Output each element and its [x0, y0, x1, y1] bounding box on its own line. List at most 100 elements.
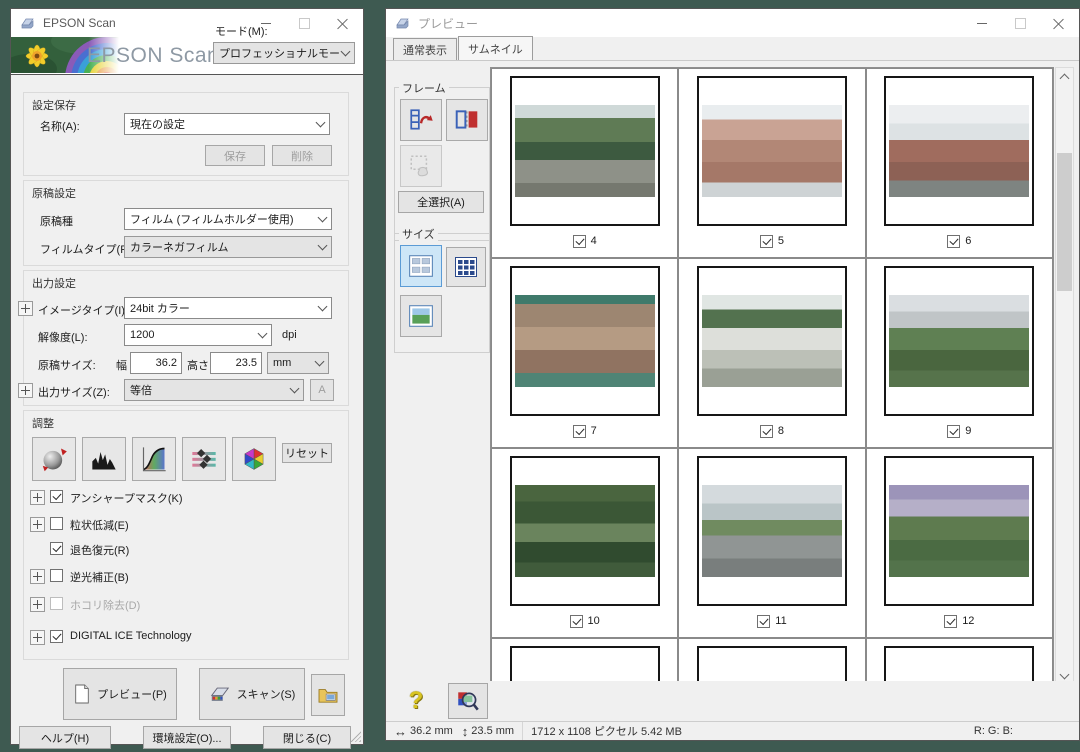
adjust-checkbox[interactable] — [50, 597, 63, 610]
adjust-checkbox[interactable] — [50, 517, 63, 530]
thumbnail-checkbox[interactable] — [947, 425, 960, 438]
histogram-button[interactable] — [82, 437, 126, 481]
selection-width: 36.2 mm — [410, 725, 453, 737]
mode-select[interactable]: プロフェッショナルモード — [213, 42, 355, 64]
desktop: EPSON Scan — [0, 0, 1080, 752]
chevron-down-icon — [318, 241, 328, 251]
minimize-button[interactable] — [963, 10, 1001, 36]
original-settings-group: 原稿設定 原稿種 フィルム (フィルムホルダー使用) フィルムタイプ(F): カ… — [23, 180, 349, 266]
thumbnail-photo — [889, 485, 1029, 577]
thumbnail-checkbox[interactable] — [570, 615, 583, 628]
thumbnail-checkbox[interactable] — [760, 235, 773, 248]
select-all-button[interactable]: 全選択(A) — [398, 191, 484, 213]
group-title: サイズ — [399, 226, 438, 242]
settings-name-select[interactable]: 現在の設定 — [124, 113, 330, 135]
adjust-checkbox[interactable] — [50, 490, 63, 503]
preview-help-button[interactable]: ? — [398, 683, 434, 719]
thumbnail-number: 5 — [778, 235, 784, 247]
color-palette-icon — [240, 445, 268, 473]
auto-exposure-button[interactable] — [32, 437, 76, 481]
expand-button[interactable] — [18, 301, 33, 316]
thumbnail-checkbox[interactable] — [944, 615, 957, 628]
configuration-button[interactable]: 環境設定(O)... — [143, 726, 231, 749]
scan-button[interactable]: スキャン(S) — [199, 668, 305, 720]
unit-select[interactable]: mm — [267, 352, 329, 374]
resize-grip[interactable] — [350, 731, 361, 742]
document-type-select[interactable]: フィルム (フィルムホルダー使用) — [124, 208, 332, 230]
expand-button[interactable] — [30, 597, 45, 612]
tab-thumbnail[interactable]: サムネイル — [458, 36, 533, 60]
reset-button[interactable]: リセット — [282, 443, 332, 463]
thumbnail-number: 12 — [962, 615, 974, 627]
mirror-frame-button[interactable] — [446, 99, 488, 141]
help-button[interactable]: ヘルプ(H) — [19, 726, 111, 749]
thumbnail-cell[interactable]: 9 — [866, 258, 1053, 448]
thumbnail-cell[interactable]: 4 — [491, 68, 678, 258]
epson-banner: EPSON Scan モード(M): プロフェッショナルモード — [11, 37, 363, 75]
thumbnail-cell[interactable]: 10 — [491, 448, 678, 638]
color-palette-button[interactable] — [232, 437, 276, 481]
expand-button[interactable] — [30, 490, 45, 505]
image-type-select[interactable]: 24bit カラー — [124, 297, 332, 319]
output-size-select[interactable]: 等倍 — [124, 379, 304, 401]
width-input[interactable]: 36.2 — [130, 352, 182, 374]
expand-button[interactable] — [30, 569, 45, 584]
group-title: 調整 — [32, 415, 54, 431]
thumbnail-cell[interactable]: 5 — [678, 68, 865, 258]
thumbnail-checkbox[interactable] — [757, 615, 770, 628]
close-window-button[interactable]: 閉じる(C) — [263, 726, 351, 749]
thumbnail-checkbox[interactable] — [573, 235, 586, 248]
scrollbar-thumb[interactable] — [1057, 153, 1072, 291]
adjust-checkbox[interactable] — [50, 569, 63, 582]
chevron-down-icon — [316, 118, 326, 128]
save-button[interactable]: 保存 — [205, 145, 265, 166]
adjust-checkbox-label: DIGITAL ICE Technology — [70, 630, 191, 642]
thumbnail-photo — [702, 485, 842, 577]
dpi-label: dpi — [282, 329, 297, 341]
thumbnail-slide — [697, 266, 847, 416]
close-button[interactable] — [1039, 10, 1077, 36]
adjust-checkbox[interactable] — [50, 630, 63, 643]
film-type-select[interactable]: カラーネガフィルム — [124, 236, 332, 258]
file-save-settings-button[interactable] — [311, 674, 345, 716]
preview-button[interactable]: プレビュー(P) — [63, 668, 177, 720]
marquee-button[interactable] — [400, 145, 442, 187]
rotate-frame-button[interactable] — [400, 99, 442, 141]
adjust-checkbox-label: 退色復元(R) — [70, 542, 129, 558]
thumbnail-checkbox[interactable] — [573, 425, 586, 438]
adjust-checkbox-label: 逆光補正(B) — [70, 569, 129, 585]
thumbnail-grid-button[interactable] — [446, 247, 486, 287]
width-label: 幅 — [116, 357, 127, 373]
thumbnail-cell-partial[interactable] — [866, 638, 1053, 684]
thumbnail-cell[interactable]: 12 — [866, 448, 1053, 638]
tab-normal-view[interactable]: 通常表示 — [393, 38, 457, 60]
thumbnail-slide — [510, 456, 660, 606]
thumbnail-size-small-button[interactable] — [400, 245, 442, 287]
height-input[interactable]: 23.5 — [210, 352, 262, 374]
full-preview-button[interactable] — [400, 295, 442, 337]
maximize-button[interactable] — [1001, 10, 1039, 36]
thumbnail-cell-partial[interactable] — [678, 638, 865, 684]
thumbnail-cell[interactable]: 11 — [678, 448, 865, 638]
thumbnail-checkbox[interactable] — [947, 235, 960, 248]
thumbnail-cell[interactable]: 7 — [491, 258, 678, 448]
thumbnail-slide — [510, 266, 660, 416]
adjust-checkbox[interactable] — [50, 542, 63, 555]
expand-button[interactable] — [30, 630, 45, 645]
expand-button[interactable] — [30, 517, 45, 532]
expand-button[interactable] — [18, 383, 33, 398]
thumbnail-cell-partial[interactable] — [491, 638, 678, 684]
lock-size-button[interactable]: A — [310, 379, 334, 401]
thumbnail-cell[interactable]: 8 — [678, 258, 865, 448]
scroll-up-button[interactable] — [1056, 68, 1073, 85]
densitometer-button[interactable] — [448, 683, 488, 719]
image-adjustment-button[interactable] — [182, 437, 226, 481]
thumbnail-cell[interactable]: 6 — [866, 68, 1053, 258]
thumbnail-photo — [515, 485, 655, 577]
tone-curve-button[interactable] — [132, 437, 176, 481]
resolution-select[interactable]: 1200 — [124, 324, 272, 346]
chevron-down-icon — [318, 302, 328, 312]
delete-button[interactable]: 削除 — [272, 145, 332, 166]
thumbnail-checkbox[interactable] — [760, 425, 773, 438]
thumbnail-scrollbar[interactable] — [1055, 67, 1074, 685]
